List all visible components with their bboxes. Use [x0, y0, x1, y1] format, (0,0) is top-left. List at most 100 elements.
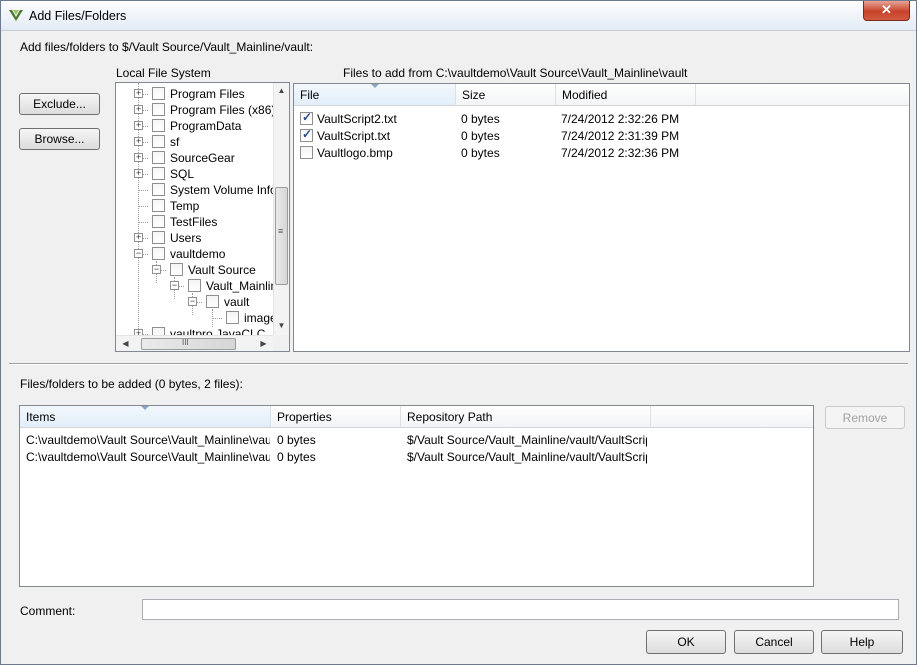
file-checkbox[interactable] — [300, 127, 313, 142]
tree-hscroll-thumb[interactable]: III — [141, 338, 236, 350]
to-add-properties-cell: 0 bytes — [277, 450, 316, 464]
help-button[interactable]: Help — [821, 630, 903, 654]
tree-item[interactable]: image — [116, 310, 277, 326]
checkbox-icon[interactable] — [152, 183, 165, 196]
checkbox-icon[interactable] — [226, 311, 239, 324]
title-bar: Add Files/Folders ✕ — [1, 1, 916, 31]
tree-item-label: ProgramData — [170, 119, 242, 133]
column-header-properties[interactable]: Properties — [271, 406, 401, 428]
window-title: Add Files/Folders — [29, 9, 127, 23]
checkbox-icon[interactable] — [170, 263, 183, 276]
tree-item[interactable]: − vaultdemo — [116, 246, 276, 262]
tree-vertical-scrollbar[interactable]: ▲ ≡ ▼ — [273, 83, 289, 335]
tree-item-label: System Volume Inform — [170, 183, 290, 197]
comment-input[interactable] — [142, 599, 899, 620]
table-row[interactable]: C:\vaultdemo\Vault Source\Vault_Mainline… — [20, 432, 813, 449]
column-header-blank — [651, 406, 813, 428]
file-checkbox[interactable] — [300, 110, 313, 125]
checkbox-icon[interactable] — [152, 247, 165, 260]
add-to-label: Add files/folders to $/Vault Source/Vaul… — [20, 40, 314, 54]
minus-expander-icon[interactable]: − — [134, 249, 143, 258]
tree-item[interactable]: − vault — [116, 294, 276, 310]
column-header-file[interactable]: File — [294, 84, 456, 106]
scroll-down-arrow-icon[interactable]: ▼ — [274, 321, 289, 330]
column-header-repository-path[interactable]: Repository Path — [401, 406, 651, 428]
file-checkbox[interactable] — [300, 146, 313, 159]
tree-item-label: image — [244, 311, 277, 325]
exclude-button[interactable]: Exclude... — [19, 93, 100, 115]
checkbox-icon[interactable] — [152, 87, 165, 100]
minus-expander-icon[interactable]: − — [188, 297, 197, 306]
column-header-size[interactable]: Size — [456, 84, 556, 106]
tree-item[interactable]: + Program Files — [116, 86, 276, 102]
tree-item-label: TestFiles — [170, 215, 218, 229]
tree-item[interactable]: − Vault Source — [116, 262, 276, 278]
cancel-button[interactable]: Cancel — [734, 630, 814, 654]
plus-expander-icon[interactable]: + — [134, 153, 143, 162]
to-add-properties-cell: 0 bytes — [277, 433, 316, 447]
sort-indicator-icon — [370, 84, 379, 88]
browse-button[interactable]: Browse... — [19, 128, 100, 150]
checkbox-icon[interactable] — [206, 295, 219, 308]
tree-item-label: Vault_Mainlin — [206, 279, 278, 293]
file-row[interactable]: VaultScript2.txt 0 bytes 7/24/2012 2:32:26… — [294, 110, 909, 128]
tree-item[interactable]: + Users — [116, 230, 276, 246]
scroll-right-arrow-icon[interactable]: ▶ — [256, 339, 271, 348]
scroll-left-arrow-icon[interactable]: ◀ — [118, 339, 133, 348]
tree-item[interactable]: + Program Files (x86) — [116, 102, 276, 118]
tree-horizontal-scrollbar[interactable]: ◀ III ▶ — [116, 335, 273, 351]
to-add-repo-path-cell: $/Vault Source/Vault_Mainline/vault/Vaul… — [407, 433, 647, 447]
tree-item[interactable]: + SourceGear — [116, 150, 276, 166]
tree-item-label: SourceGear — [170, 151, 235, 165]
checkbox-icon[interactable] — [152, 103, 165, 116]
plus-expander-icon[interactable]: + — [134, 137, 143, 146]
checkbox-icon[interactable] — [152, 151, 165, 164]
add-files-dialog: Add Files/Folders ✕ Add files/folders to… — [0, 0, 917, 665]
files-list[interactable]: File Size Modified VaultScript2.txt 0 byt… — [293, 83, 910, 352]
remove-button[interactable]: Remove — [825, 406, 905, 429]
scroll-corner — [273, 335, 289, 351]
checkbox-icon[interactable] — [152, 119, 165, 132]
ok-button[interactable]: OK — [646, 630, 726, 654]
plus-expander-icon[interactable]: + — [134, 233, 143, 242]
plus-expander-icon[interactable]: + — [134, 89, 143, 98]
checkbox-icon[interactable] — [152, 167, 165, 180]
checkbox-icon[interactable] — [152, 231, 165, 244]
table-row[interactable]: C:\vaultdemo\Vault Source\Vault_Mainline… — [20, 449, 813, 466]
tree-item[interactable]: + SQL — [116, 166, 276, 182]
checkbox-icon[interactable] — [188, 279, 201, 292]
tree-vscroll-thumb[interactable]: ≡ — [275, 187, 288, 285]
tree-item[interactable]: + ProgramData — [116, 118, 276, 134]
tree-item-label: SQL — [170, 167, 195, 181]
column-header-blank — [696, 84, 909, 106]
tree-item[interactable]: System Volume Inform — [116, 182, 289, 198]
close-button[interactable]: ✕ — [863, 1, 910, 21]
plus-expander-icon[interactable]: + — [134, 121, 143, 130]
column-header-items[interactable]: Items — [20, 406, 271, 428]
file-row[interactable]: VaultScript.txt 0 bytes 7/24/2012 2:31:39 … — [294, 127, 909, 145]
tree-item[interactable]: Temp — [116, 198, 276, 214]
tree-item[interactable]: TestFiles — [116, 214, 276, 230]
to-be-added-list[interactable]: Items Properties Repository Path C:\vaul… — [19, 405, 814, 587]
tree-item[interactable]: + sf — [116, 134, 276, 150]
scroll-up-arrow-icon[interactable]: ▲ — [274, 86, 289, 95]
tree-item-label: Vault Source — [188, 263, 256, 277]
minus-expander-icon[interactable]: − — [170, 281, 179, 290]
file-modified-cell: 7/24/2012 2:32:36 PM — [561, 146, 680, 160]
tree-item-label: Temp — [170, 199, 200, 213]
tree-item[interactable]: − Vault_Mainlin — [116, 278, 278, 294]
minus-expander-icon[interactable]: − — [152, 265, 161, 274]
hscroll-grip-icon: III — [182, 338, 189, 347]
plus-expander-icon[interactable]: + — [134, 169, 143, 178]
checkbox-icon[interactable] — [152, 215, 165, 228]
checkbox-icon[interactable] — [152, 135, 165, 148]
file-row[interactable]: Vaultlogo.bmp 0 bytes 7/24/2012 2:32:36 PM — [294, 145, 909, 162]
checkbox-icon[interactable] — [152, 199, 165, 212]
tree-connector — [138, 190, 148, 191]
tree-connector — [138, 206, 148, 207]
tree-item-label: vault — [224, 295, 250, 309]
plus-expander-icon[interactable]: + — [134, 105, 143, 114]
local-file-system-tree[interactable]: + Program Files + Program Files (x86) + Progr… — [115, 82, 290, 352]
file-size-cell: 0 bytes — [461, 112, 500, 126]
column-header-modified[interactable]: Modified — [556, 84, 696, 106]
